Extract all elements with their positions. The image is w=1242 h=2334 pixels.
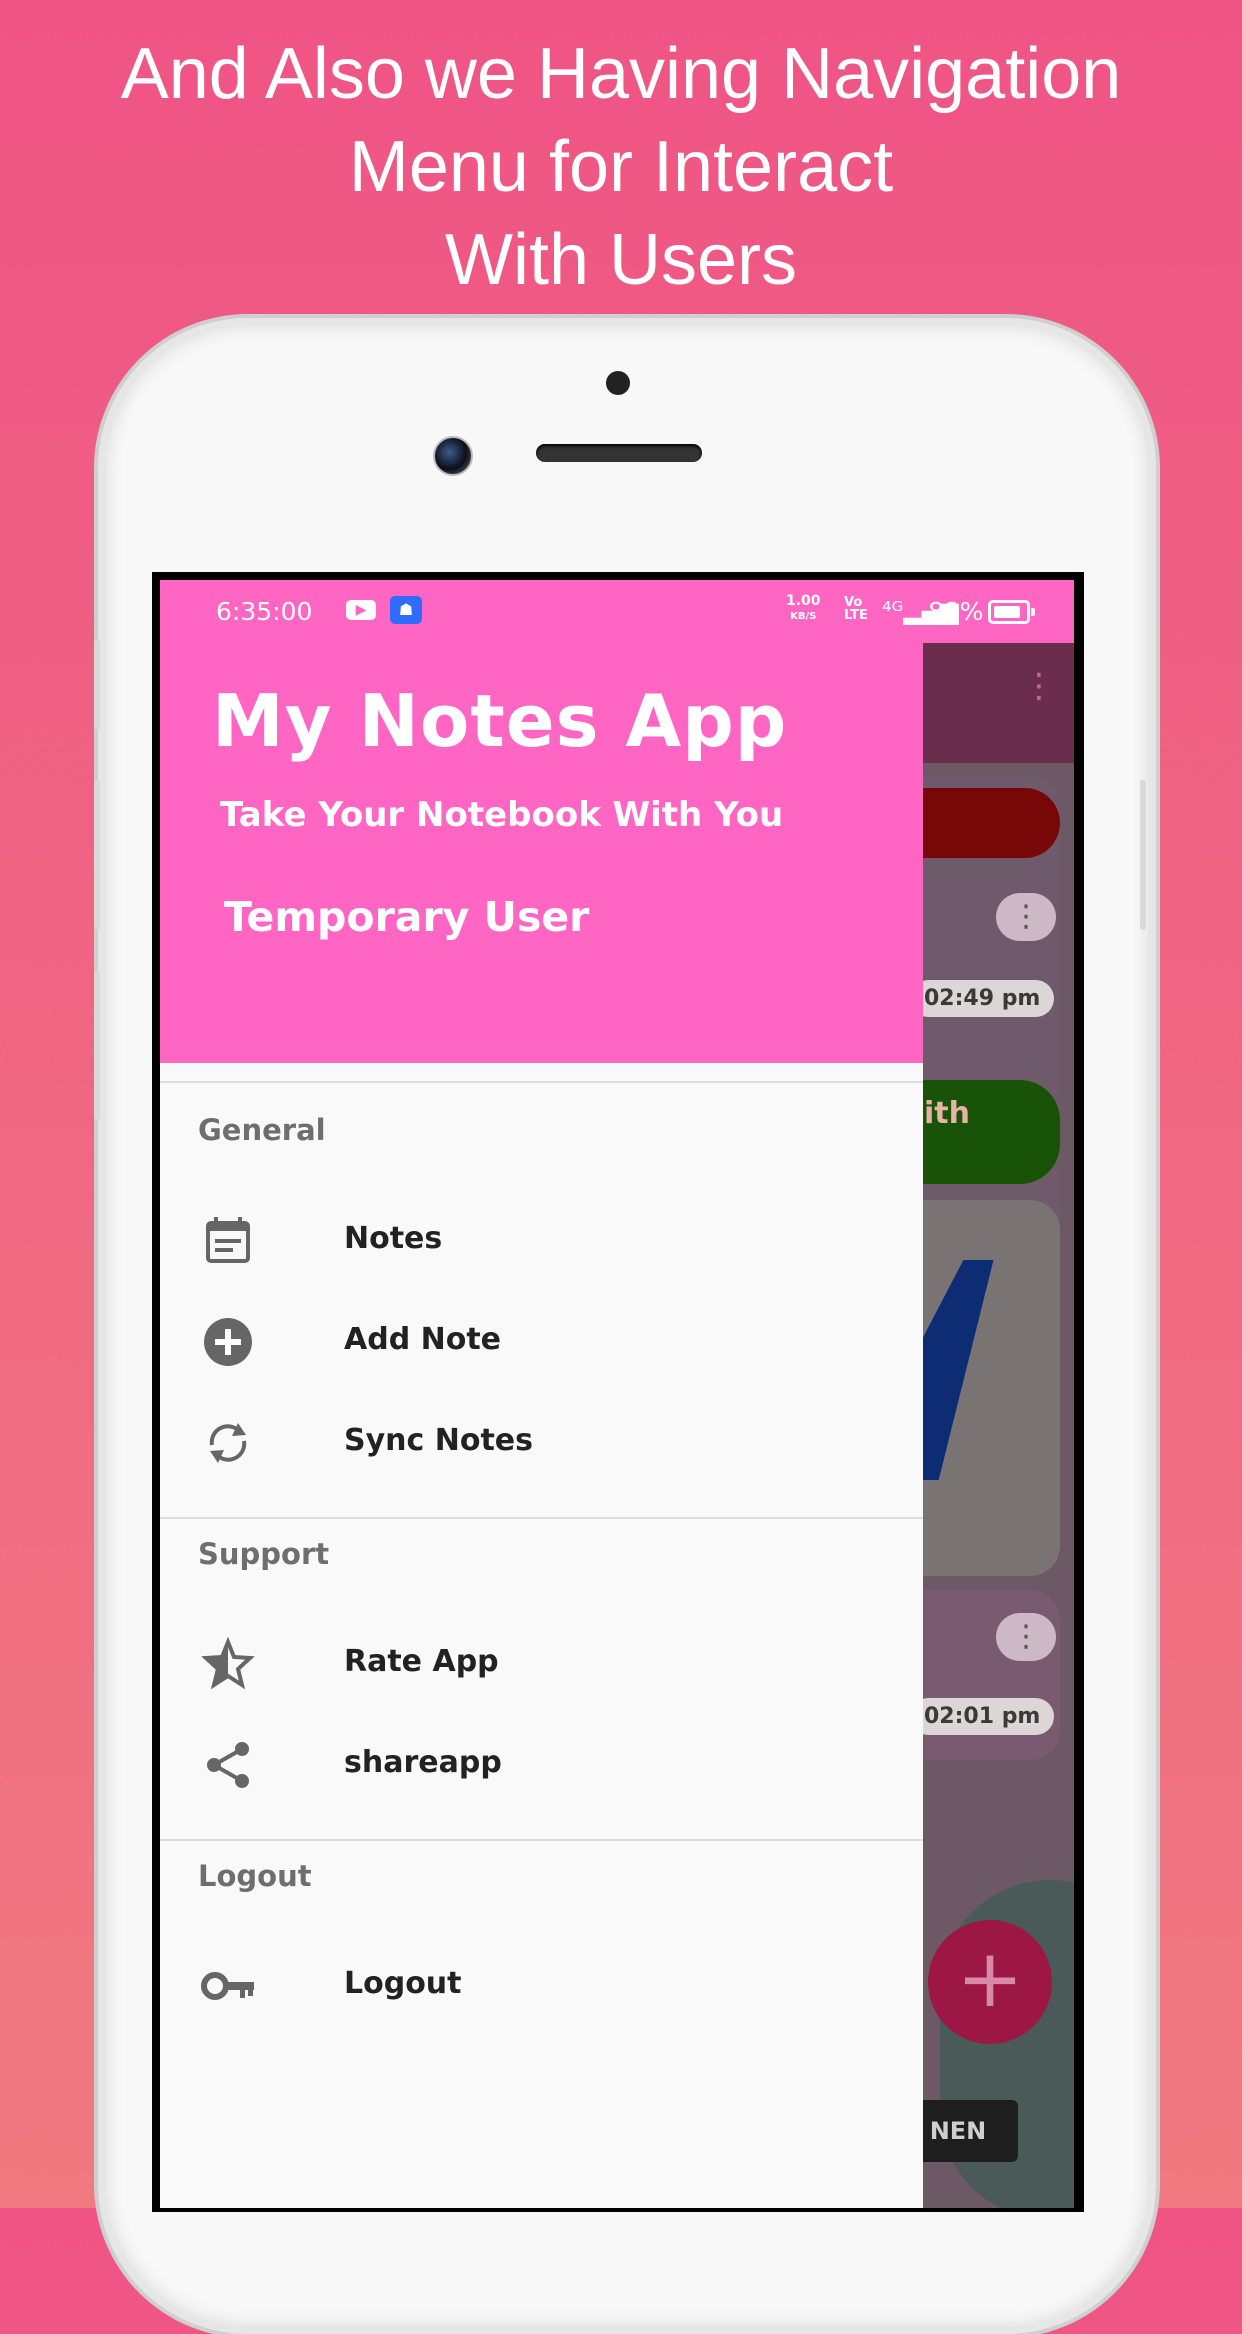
star-icon (201, 1636, 255, 1690)
section-general-title: General (198, 1113, 326, 1147)
user-name: Temporary User (224, 893, 590, 941)
promo-headline: And Also we Having Navigation Menu for I… (120, 34, 1122, 300)
app-title: My Notes App (212, 679, 788, 763)
add-circle-icon (204, 1318, 252, 1366)
menu-item-label: Add Note (344, 1322, 502, 1357)
status-time: 6:35:00 (216, 597, 313, 626)
phone-side-button (94, 780, 100, 930)
drawer-header: My Notes App Take Your Notebook With You… (160, 643, 923, 1063)
menu-item-sync-notes[interactable]: Sync Notes (160, 1393, 923, 1493)
battery-percent: 88% (928, 597, 984, 626)
menu-item-notes[interactable]: Notes (160, 1191, 923, 1291)
menu-item-label: Sync Notes (344, 1423, 534, 1458)
section-logout-title: Logout (198, 1859, 312, 1893)
menu-item-logout[interactable]: Logout (160, 1936, 923, 2036)
notes-icon (206, 1217, 250, 1263)
menu-item-share-app[interactable]: shareapp (160, 1715, 923, 1815)
menu-item-label: Logout (344, 1966, 462, 2001)
network-speed: 1.00 KB/S (786, 594, 821, 624)
phone-screen: ⋮ oij ⋮ 02:49 pm s with ⋮ 02:01 pm + NEN… (160, 580, 1074, 2208)
phone-side-button (1140, 780, 1146, 930)
drawer-header-divider (160, 1081, 923, 1083)
network-speed-value: 1.00 (786, 593, 821, 609)
share-icon (207, 1742, 249, 1788)
app-tagline: Take Your Notebook With You (220, 795, 784, 835)
menu-item-label: Notes (344, 1221, 443, 1256)
android-notification-icon: ☗ (390, 596, 422, 624)
section-divider (160, 1839, 923, 1841)
phone-side-button (94, 970, 100, 1120)
sync-icon (209, 1423, 247, 1463)
status-bar: 6:35:00 ▶ ☗ 1.00 KB/S Vo LTE ⁴ᴳ▂▄▆ 88% (160, 580, 1074, 643)
battery-icon (988, 600, 1035, 624)
phone-sensor (606, 371, 630, 395)
section-support-title: Support (198, 1537, 330, 1571)
volte-indicator: Vo LTE (844, 595, 868, 623)
menu-item-add-note[interactable]: Add Note (160, 1292, 923, 1392)
section-divider (160, 1517, 923, 1519)
phone-speaker (536, 444, 702, 462)
phone-front-camera (433, 436, 473, 476)
network-speed-unit: KB/S (790, 611, 817, 622)
drawer-scrim[interactable] (923, 643, 1074, 2208)
key-icon (201, 1972, 254, 2000)
navigation-drawer: My Notes App Take Your Notebook With You… (160, 643, 923, 2208)
menu-item-label: Rate App (344, 1644, 499, 1679)
menu-item-rate-app[interactable]: Rate App (160, 1614, 923, 1714)
menu-item-label: shareapp (344, 1745, 502, 1780)
phone-side-button (94, 640, 100, 730)
youtube-notification-icon: ▶ (346, 600, 376, 620)
